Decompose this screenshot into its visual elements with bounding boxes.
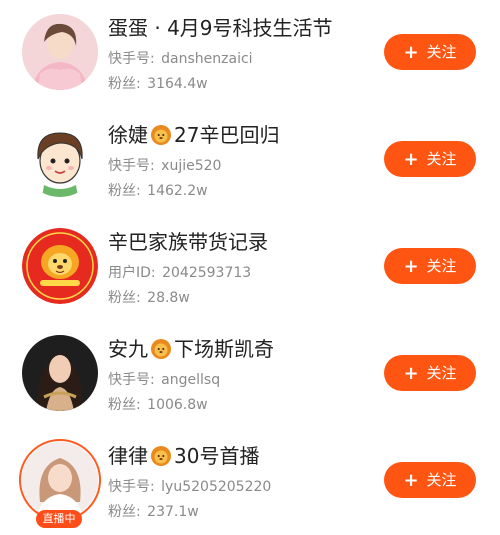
user-id-line: 快手号: lyu5205205220 [108,479,272,495]
plus-icon: + [403,42,419,63]
user-id-label: 快手号 [108,372,150,388]
follow-label: 关注 [426,150,457,168]
user-name-text: 辛巴家族带货记录 [108,230,268,254]
user-search-results: 蛋蛋 · 4月9号科技生活节快手号: danshenzaici 粉丝: 3164.… [0,0,500,528]
plus-icon: + [403,149,419,170]
follow-label: 关注 [426,471,457,489]
user-result-row[interactable]: 直播中 律律 30号首播快手号: lyu5205205220 粉丝: 237.1w + 关… [0,428,500,535]
user-name[interactable]: 徐婕 27辛巴回归 [108,123,279,147]
follow-button[interactable]: + 关注 [384,462,476,498]
user-name[interactable]: 辛巴家族带货记录 [108,230,268,254]
user-name-suffix: 下场斯凯奇 [174,337,274,361]
user-name-suffix: 30号首播 [174,444,260,468]
avatar[interactable] [22,228,98,304]
user-id-label: 快手号 [108,479,150,495]
user-id-value: xujie520 [161,158,222,174]
fans-line: 粉丝: 1462.2w [108,183,208,199]
lion-emoji-icon [148,444,174,468]
fans-line: 粉丝: 3164.4w [108,76,208,92]
avatar[interactable] [22,335,98,411]
fans-count: 3164.4w [147,76,208,92]
follow-label: 关注 [426,364,457,382]
follow-button[interactable]: + 关注 [384,355,476,391]
fans-count: 28.8w [147,290,190,306]
follow-button[interactable]: + 关注 [384,34,476,70]
user-name-text: 徐婕 [108,123,148,147]
follow-button[interactable]: + 关注 [384,141,476,177]
fans-line: 粉丝: 28.8w [108,290,190,306]
plus-icon: + [403,363,419,384]
fans-label: 粉丝 [108,183,136,199]
fans-label: 粉丝 [108,397,136,413]
user-id-value: 2042593713 [162,265,252,281]
fans-label: 粉丝 [108,76,136,92]
avatar[interactable] [22,442,98,518]
user-id-line: 快手号: angellsq [108,372,221,388]
user-name-text: 律律 [108,444,148,468]
user-id-value: danshenzaici [161,51,253,67]
user-result-row[interactable]: 徐婕 27辛巴回归快手号: xujie520 粉丝: 1462.2w + 关注 [0,107,500,214]
avatar[interactable] [22,121,98,197]
lion-emoji-icon [148,123,174,147]
avatar[interactable] [22,14,98,90]
plus-icon: + [403,470,419,491]
user-name[interactable]: 安九 下场斯凯奇 [108,337,274,361]
user-name-text: 蛋蛋 · 4月9号科技生活节 [108,16,333,40]
lion-emoji-icon [148,337,174,361]
user-result-row[interactable]: 蛋蛋 · 4月9号科技生活节快手号: danshenzaici 粉丝: 3164.… [0,0,500,107]
user-result-row[interactable]: 辛巴家族带货记录用户ID: 2042593713 粉丝: 28.8w + 关注 [0,214,500,321]
user-id-value: angellsq [161,372,221,388]
user-name-text: 安九 [108,337,148,361]
follow-button[interactable]: + 关注 [384,248,476,284]
user-result-row[interactable]: 安九 下场斯凯奇快手号: angellsq 粉丝: 1006.8w + 关注 [0,321,500,428]
fans-count: 1462.2w [147,183,208,199]
follow-label: 关注 [426,257,457,275]
user-id-value: lyu5205205220 [161,479,272,495]
fans-line: 粉丝: 1006.8w [108,397,208,413]
user-id-label: 快手号 [108,51,150,67]
user-name[interactable]: 蛋蛋 · 4月9号科技生活节 [108,16,333,40]
user-name-suffix: 27辛巴回归 [174,123,280,147]
follow-label: 关注 [426,43,457,61]
user-id-label: 快手号 [108,158,150,174]
live-badge: 直播中 [36,510,82,528]
plus-icon: + [403,256,419,277]
fans-label: 粉丝 [108,290,136,306]
fans-count: 1006.8w [147,397,208,413]
user-id-label: 用户ID [108,265,151,281]
user-id-line: 快手号: xujie520 [108,158,222,174]
user-id-line: 快手号: danshenzaici [108,51,253,67]
user-name[interactable]: 律律 30号首播 [108,444,259,468]
user-id-line: 用户ID: 2042593713 [108,265,252,281]
fans-line: 粉丝: 237.1w [108,504,199,520]
